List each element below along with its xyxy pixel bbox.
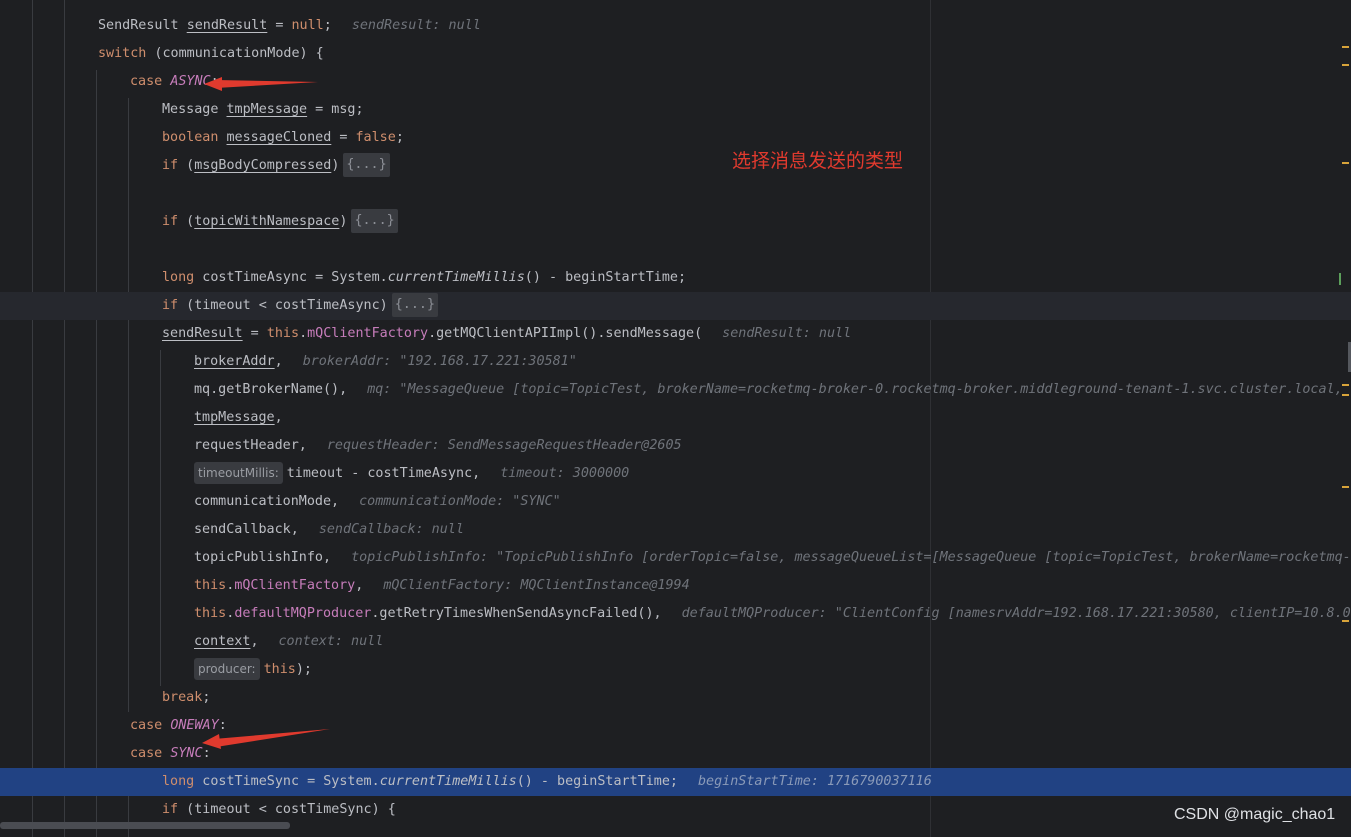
annotation-arrows (202, 77, 330, 749)
arrow-icon (204, 77, 318, 91)
arrow-icon (202, 729, 330, 749)
watermark: CSDN @magic_chao1 (1174, 806, 1336, 823)
